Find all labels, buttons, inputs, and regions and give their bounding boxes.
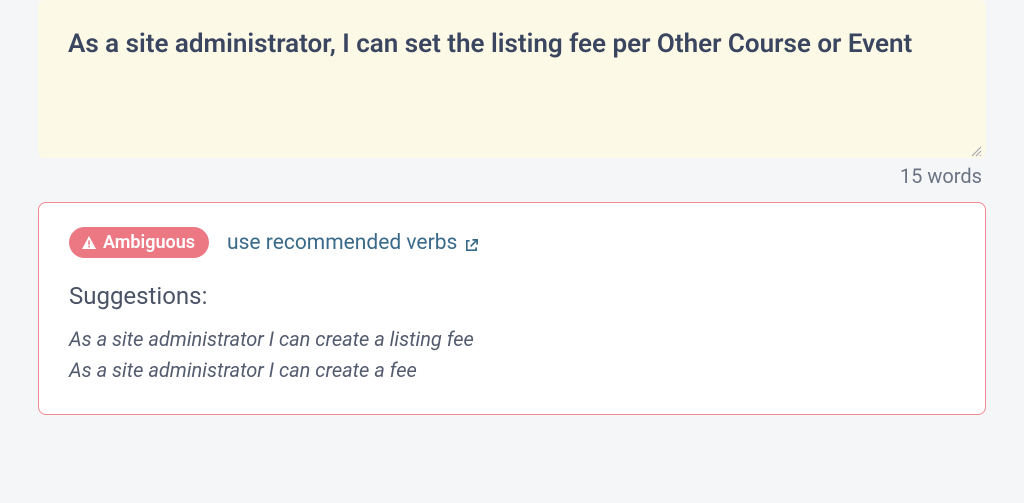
- resize-handle-icon[interactable]: [970, 142, 982, 154]
- word-count-row: 15 words: [38, 158, 986, 202]
- suggestion-panel: Ambiguous use recommended verbs Suggesti…: [38, 202, 986, 415]
- word-count-label: 15 words: [900, 164, 982, 188]
- badge-label: Ambiguous: [103, 232, 195, 253]
- suggestion-item: As a site administrator I can create a f…: [69, 355, 955, 386]
- suggestion-item: As a site administrator I can create a l…: [69, 324, 955, 355]
- warning-icon: [81, 235, 97, 251]
- editor-container: As a site administrator, I can set the l…: [0, 0, 1024, 415]
- panel-header: Ambiguous use recommended verbs: [69, 227, 955, 258]
- recommended-verbs-link[interactable]: use recommended verbs: [227, 231, 479, 255]
- link-label: use recommended verbs: [227, 231, 457, 255]
- user-story-text: As a site administrator, I can set the l…: [68, 26, 956, 62]
- suggestions-title: Suggestions:: [69, 282, 955, 310]
- ambiguous-badge: Ambiguous: [69, 227, 209, 258]
- user-story-input-area[interactable]: As a site administrator, I can set the l…: [38, 0, 986, 158]
- external-link-icon: [464, 235, 479, 250]
